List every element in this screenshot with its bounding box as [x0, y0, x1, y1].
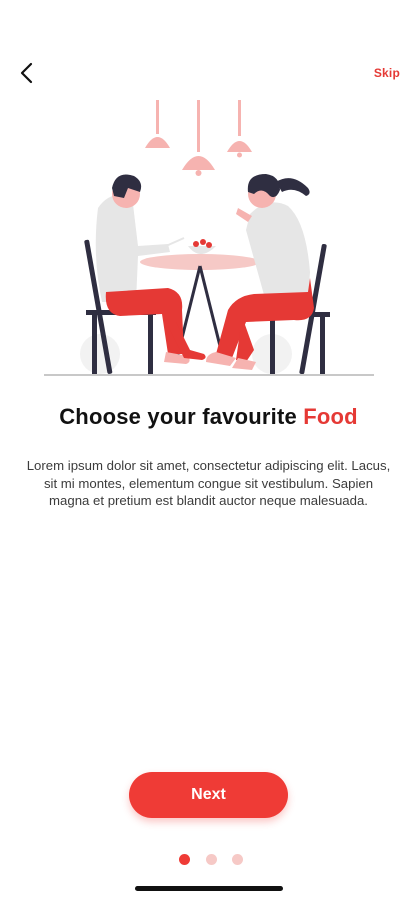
page-dot-3[interactable] — [232, 853, 243, 865]
page-indicator — [179, 853, 243, 865]
home-indicator[interactable] — [135, 886, 283, 891]
pendant-lamps — [145, 100, 252, 176]
page-dot-1[interactable] — [179, 853, 190, 865]
couple-dining-illustration — [44, 100, 374, 376]
title-accent-text: Food — [303, 404, 358, 429]
page-dot-2[interactable] — [205, 853, 217, 865]
onboarding-screen: Skip Choose your favourite Food Lorem ip… — [0, 0, 417, 900]
page-title: Choose your favourite Food — [0, 404, 417, 430]
back-button[interactable] — [12, 58, 42, 88]
skip-link[interactable]: Skip — [374, 66, 400, 80]
next-button[interactable]: Next — [129, 772, 288, 818]
title-text: Choose your favourite — [59, 404, 304, 429]
chevron-left-icon — [20, 62, 33, 84]
description-text: Lorem ipsum dolor sit amet, consectetur … — [26, 458, 391, 508]
